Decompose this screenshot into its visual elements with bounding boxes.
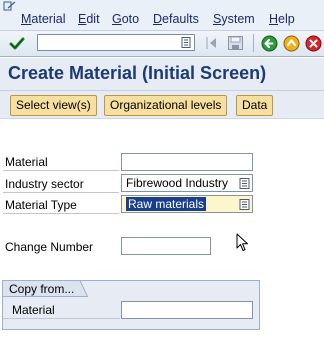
menu-goto-label: oto <box>121 12 140 26</box>
menu-edit-label: dit <box>86 12 100 26</box>
menu-defaults[interactable]: Defaults <box>153 11 199 27</box>
industry-sector-value: Fibrewood Industry <box>126 176 229 190</box>
material-input[interactable] <box>121 153 253 171</box>
copy-material-value <box>122 303 126 317</box>
menu-material-label: aterial <box>31 12 66 26</box>
material-type-value: Raw materials <box>126 197 207 211</box>
industry-sector-select[interactable]: Fibrewood Industry <box>121 174 253 192</box>
mouse-cursor-icon <box>236 233 250 253</box>
menu-help-label: elp <box>278 12 295 26</box>
row-divider <box>3 192 119 193</box>
menu-help[interactable]: Help <box>269 11 295 27</box>
menu-material[interactable]: Material <box>21 11 65 27</box>
menu-defaults-mnemonic: D <box>153 12 163 26</box>
change-number-label: Change Number <box>5 240 94 254</box>
menu-edit[interactable]: Edit <box>78 11 100 27</box>
material-type-label: Material Type <box>5 198 77 212</box>
row-divider <box>3 318 120 319</box>
industry-sector-label: Industry sector <box>5 177 84 191</box>
copy-material-label: Material <box>12 303 55 317</box>
dropdown-icon[interactable] <box>239 178 250 189</box>
material-label: Material <box>5 155 48 169</box>
row-divider <box>3 213 119 214</box>
change-number-input[interactable] <box>121 237 211 255</box>
change-number-value <box>122 239 126 253</box>
exit-icon[interactable] <box>283 35 300 52</box>
row-divider <box>3 170 119 171</box>
command-field-value <box>38 36 42 50</box>
menu-goto-mnemonic: G <box>112 12 122 26</box>
copy-material-input[interactable] <box>121 301 253 319</box>
material-input-value <box>122 155 126 169</box>
save-icon[interactable] <box>227 35 244 51</box>
page-title: Create Material (Initial Screen) <box>8 63 267 83</box>
menu-system-label: ystem <box>221 12 255 26</box>
cancel-icon[interactable] <box>305 35 322 52</box>
dropdown-icon[interactable] <box>181 37 191 48</box>
menu-system[interactable]: System <box>213 11 255 27</box>
toolbar-separator <box>253 34 254 52</box>
data-button[interactable]: Data <box>236 95 274 116</box>
menu-material-mnemonic: M <box>21 12 32 26</box>
select-views-button[interactable]: Select view(s) <box>10 95 97 116</box>
enter-check-icon[interactable] <box>8 35 26 53</box>
nav-left-icon[interactable] <box>206 36 218 50</box>
menu-defaults-label: efaults <box>162 12 199 26</box>
copy-from-title: Copy from... <box>9 282 75 296</box>
back-icon[interactable] <box>261 35 278 52</box>
dropdown-icon[interactable] <box>239 199 250 210</box>
menu-help-mnemonic: H <box>269 12 279 26</box>
menu-goto[interactable]: Goto <box>112 11 139 27</box>
organizational-levels-button[interactable]: Organizational levels <box>104 95 228 116</box>
command-field[interactable] <box>37 34 195 51</box>
system-menu-icon[interactable] <box>3 0 17 11</box>
material-type-select[interactable]: Raw materials <box>121 195 253 213</box>
